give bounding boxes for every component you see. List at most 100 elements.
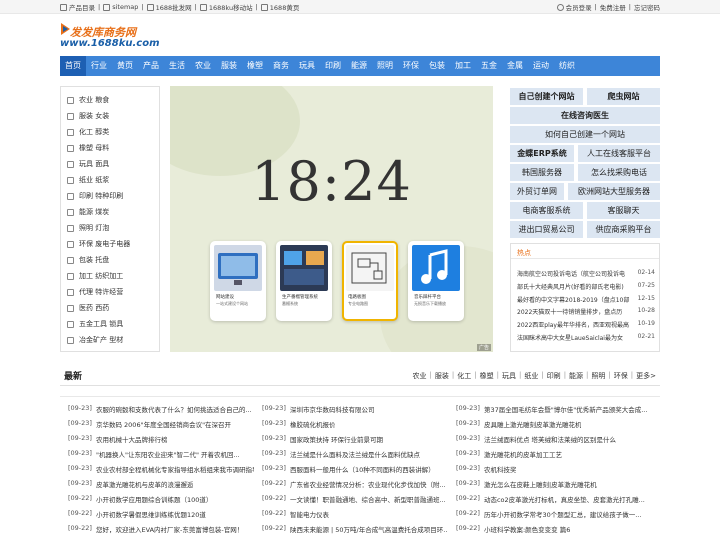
toplink-wholesale[interactable]: 1688批发网 <box>156 2 192 12</box>
nav-item[interactable]: 行业 <box>86 56 112 76</box>
link-button[interactable]: 怎么找采购电话 <box>578 164 660 181</box>
banner-card[interactable]: 生产番榴管理系统 番榴系统 <box>276 241 332 321</box>
category-item[interactable]: 服装 女装 <box>61 108 159 124</box>
link-button[interactable]: 自己创建个网站 <box>510 88 583 105</box>
hot-item[interactable]: 法国眯术高中大女星LaueSaiclai最为女 02-21 <box>517 333 655 345</box>
news-item[interactable]: [09-23] 激光怎么在皮鞋上雕刻|皮革激光雕花机 <box>456 479 656 494</box>
link-button[interactable]: 外贸订单网 <box>510 183 564 200</box>
latest-cat[interactable]: 玩具 <box>502 371 516 381</box>
nav-item[interactable]: 橡塑 <box>242 56 268 76</box>
latest-cat[interactable]: 能源 <box>569 371 583 381</box>
toplink-mobile[interactable]: 1688ku移动站 <box>209 2 253 12</box>
register-link[interactable]: 免费注册 <box>600 2 626 12</box>
nav-item[interactable]: 加工 <box>450 56 476 76</box>
category-item[interactable]: 橡塑 母料 <box>61 140 159 156</box>
news-item[interactable]: [09-23] 衣服的碗毂和支数代表了什么？如何挑选适合自己的... <box>68 404 254 419</box>
link-button[interactable]: 在线咨询医生 <box>510 107 660 124</box>
category-item[interactable]: 农业 粮食 <box>61 92 159 108</box>
news-item[interactable]: [09-23] 农业农村部全程机械化专家指导组水稻组来我市调研指导 <box>68 464 254 479</box>
nav-item[interactable]: 五金 <box>476 56 502 76</box>
nav-item[interactable]: 服装 <box>216 56 242 76</box>
nav-item[interactable]: 照明 <box>372 56 398 76</box>
hot-item[interactable]: 部氏十大经典风月片(好看的部氏老电影) 07-25 <box>517 282 655 294</box>
forgot-password-link[interactable]: 忘记密码 <box>634 2 660 12</box>
nav-item[interactable]: 农业 <box>190 56 216 76</box>
category-item[interactable]: 化工 醇类 <box>61 124 159 140</box>
news-item[interactable]: [09-23] 法兰绒面料优点 塔芙绒和法莱绒的区别是什么 <box>456 434 656 449</box>
nav-item[interactable]: 产品 <box>138 56 164 76</box>
login-link[interactable]: 会员登录 <box>566 2 592 12</box>
latest-cat[interactable]: 照明 <box>591 371 605 381</box>
nav-item[interactable]: 包装 <box>424 56 450 76</box>
news-item[interactable]: [09-22] 您好，欢迎进入EVA内衬厂家-东莞富博包装-官网！ <box>68 524 254 536</box>
nav-item[interactable]: 环保 <box>398 56 424 76</box>
category-item[interactable]: 冶金矿产 型材 <box>61 332 159 348</box>
banner-card[interactable]: 音乐踩杆平台 无损音乐下载播放 <box>408 241 464 321</box>
category-item[interactable]: 玩具 面具 <box>61 156 159 172</box>
site-logo[interactable]: 发发库商务网 www.1688ku.com <box>60 22 160 52</box>
news-item[interactable]: [09-23] 农用机械十大品牌排行榜 <box>68 434 254 449</box>
hot-item[interactable]: 2022西亚play最年华排名，西亚观视最高 10-19 <box>517 320 655 332</box>
category-item[interactable]: 环保 废电子电器 <box>61 236 159 252</box>
news-item[interactable]: [09-23] 京华数码 2006"年度全国经销商会议"在深召开 <box>68 419 254 434</box>
toplink-yellowpages[interactable]: 1688黄页 <box>270 2 300 12</box>
news-item[interactable]: [09-23] 激光雕花机的皮革加工工艺 <box>456 449 656 464</box>
category-item[interactable]: 代理 特许经营 <box>61 284 159 300</box>
toplink-catalog[interactable]: 产品目录 <box>69 2 95 12</box>
latest-cat[interactable]: 印刷 <box>547 371 561 381</box>
nav-item[interactable]: 金属 <box>502 56 528 76</box>
link-button[interactable]: 金蝶ERP系统 <box>510 145 574 162</box>
news-item[interactable]: [09-22] 陕西未来能源 | 50万吨/年合成气高温费托合成项目环... <box>262 524 448 536</box>
nav-item[interactable]: 能源 <box>346 56 372 76</box>
nav-item-home[interactable]: 首页 <box>60 56 86 76</box>
category-item[interactable]: 五金工具 锁具 <box>61 316 159 332</box>
banner-card[interactable]: 网站建设 一站式建设个网站 <box>210 241 266 321</box>
toplink-sitemap[interactable]: sitemap <box>112 3 138 11</box>
link-button[interactable]: 如何自己创建一个网站 <box>510 126 660 143</box>
nav-item[interactable]: 生活 <box>164 56 190 76</box>
hot-item[interactable]: 海南航空公司投诉电话（航空公司投诉电 02-14 <box>517 269 655 281</box>
news-item[interactable]: [09-23] 皮具雕上激光雕刻皮革激光雕花机 <box>456 419 656 434</box>
category-item[interactable]: 加工 纺织加工 <box>61 268 159 284</box>
link-button[interactable]: 爬虫网站 <box>587 88 660 105</box>
nav-item[interactable]: 黄页 <box>112 56 138 76</box>
hot-item[interactable]: 最好看的中文字幕2018-2019（盘点10部 12-15 <box>517 295 655 307</box>
latest-cat[interactable]: 纸业 <box>524 371 538 381</box>
banner-card[interactable]: 电路板图 专业电路图 <box>342 241 398 321</box>
news-item[interactable]: [09-23] 橡胶硫化机报价 <box>262 419 448 434</box>
link-button[interactable]: 供应商采购平台 <box>587 221 660 238</box>
link-button[interactable]: 电商客服系统 <box>510 202 583 219</box>
nav-item[interactable]: 纺织 <box>554 56 580 76</box>
category-item[interactable]: 纸业 纸浆 <box>61 172 159 188</box>
nav-item[interactable]: 玩具 <box>294 56 320 76</box>
link-button[interactable]: 进出口贸易公司 <box>510 221 583 238</box>
link-button[interactable]: 人工在线客服平台 <box>578 145 660 162</box>
news-item[interactable]: [09-23] 国家政策扶持 环保行业前景可期 <box>262 434 448 449</box>
latest-cat[interactable]: 农业 <box>413 371 427 381</box>
news-item[interactable]: [09-22] 一文读懂！职普融通地、综合高中、新型职普融通班... <box>262 494 448 509</box>
category-item[interactable]: 照明 灯泡 <box>61 220 159 236</box>
nav-item[interactable]: 印刷 <box>320 56 346 76</box>
news-item[interactable]: [09-23] 深圳市京华数码科技有限公司 <box>262 404 448 419</box>
nav-item[interactable]: 商务 <box>268 56 294 76</box>
banner-ad[interactable]: 18:24 网站建设 一站式建设个网站 生产番榴管理系统 番榴系统 电路板图 专… <box>170 86 493 352</box>
news-item[interactable]: [09-22] 动态co2皮革激光打标机，真皮坐垫、皮套激光打孔雕... <box>456 494 656 509</box>
link-button[interactable]: 欧洲网站大型服务器 <box>568 183 660 200</box>
category-item[interactable]: 印刷 特种印刷 <box>61 188 159 204</box>
news-item[interactable]: [09-23] 皮革激光雕花机与皮革的浪漫邂逅 <box>68 479 254 494</box>
category-item[interactable]: 包装 托盘 <box>61 252 159 268</box>
category-item[interactable]: 医药 西药 <box>61 300 159 316</box>
news-item[interactable]: [09-22] 小开初数学暑假思维训练练优题120道 <box>68 509 254 524</box>
news-item[interactable]: [09-23] 农机科技奖 <box>456 464 656 479</box>
latest-cat[interactable]: 环保 <box>614 371 628 381</box>
news-item[interactable]: [09-22] 历年小开初数学常考30个题型汇总，建议给孩子做一... <box>456 509 656 524</box>
latest-more-link[interactable]: 更多> <box>636 371 656 381</box>
news-item[interactable]: [09-22] 小班科学教案:颜色变变变 篇6 <box>456 524 656 536</box>
news-item[interactable]: [09-23] "机器换人"让东阳农业迎来"智二代" 开着农机回... <box>68 449 254 464</box>
link-button[interactable]: 韩国服务器 <box>510 164 574 181</box>
hot-tab[interactable]: 热点 <box>517 248 531 258</box>
link-button[interactable]: 客服聊天 <box>587 202 660 219</box>
category-item[interactable]: 能源 煤炭 <box>61 204 159 220</box>
nav-item[interactable]: 运动 <box>528 56 554 76</box>
latest-cat[interactable]: 橡塑 <box>480 371 494 381</box>
